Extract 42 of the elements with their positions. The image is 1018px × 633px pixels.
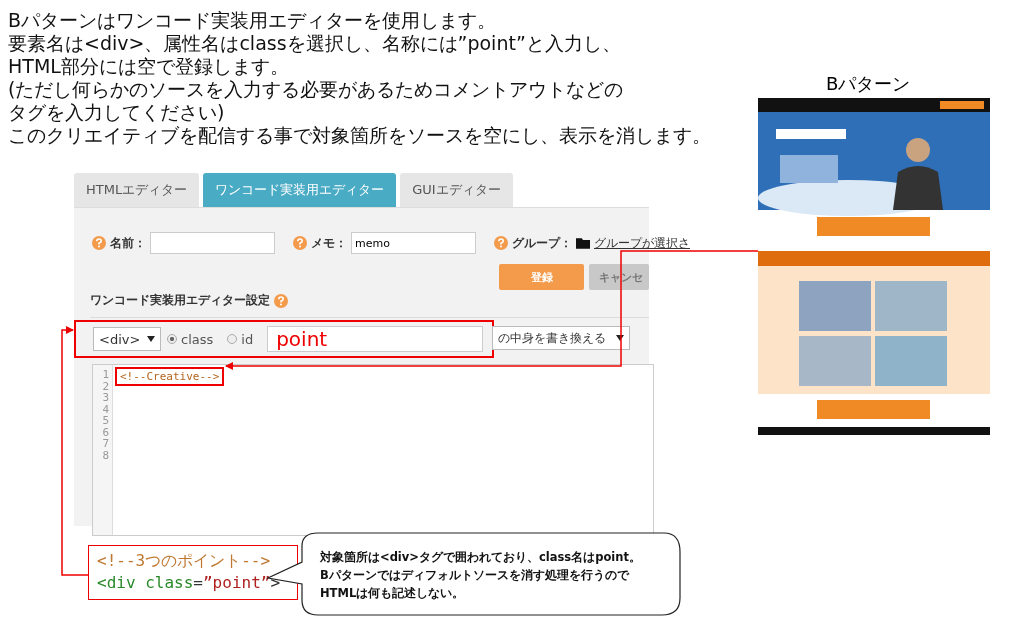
radio-label[interactable]: id xyxy=(241,331,254,347)
text-field[interactable]: memo xyxy=(351,232,476,254)
editor-tab[interactable]: HTMLエディター xyxy=(74,173,200,207)
radio-button[interactable] xyxy=(227,334,238,344)
instruction-text: タグを入力してください) xyxy=(8,101,225,124)
field-label: メモ： xyxy=(311,234,347,252)
instruction-text: HTML部分には空で登録します。 xyxy=(8,55,289,78)
radio-button[interactable] xyxy=(167,334,177,344)
callout-text: 対象箇所は<div>タグで囲われており、class名はpoint。 Bパターンではディフォルトソースを消す処理を行うので HTMLは何も記述しない。 xyxy=(320,549,641,602)
field-label: 名前： xyxy=(110,234,146,252)
line-number: 5 xyxy=(102,415,109,427)
action-select[interactable]: の中身を書き換える xyxy=(492,326,630,350)
editor-tab[interactable]: GUIエディター xyxy=(400,173,513,207)
field-label: グループ： xyxy=(512,234,572,252)
instruction-text: Bパターンはワンコード実装用エディターを使用します。 xyxy=(8,9,497,32)
instruction-text: このクリエイティブを配信する事で対象箇所をソースを空にし、表示を消します。 xyxy=(8,124,711,147)
line-number: 6 xyxy=(102,426,109,438)
text-field[interactable] xyxy=(150,232,275,254)
select-value: の中身を書き換える xyxy=(498,329,606,347)
help-icon xyxy=(293,236,307,250)
caret-icon xyxy=(147,336,155,342)
radio-label[interactable]: class xyxy=(181,331,214,347)
preview-title: Bパターン xyxy=(826,72,911,96)
line-number: 8 xyxy=(102,449,109,461)
line-number: 2 xyxy=(102,380,109,392)
section-title: ワンコード実装用エディター設定 xyxy=(90,292,270,309)
line-number: 1 xyxy=(102,369,109,381)
instruction-text: 要素名は<div>、属性名はclassを選択し、名称には”point”と入力し、 xyxy=(8,32,621,55)
select-value: <div> xyxy=(99,331,141,347)
help-icon xyxy=(274,293,288,308)
element-select[interactable]: <div> xyxy=(93,327,161,351)
help-icon xyxy=(494,236,508,250)
line-number: 4 xyxy=(102,403,109,415)
folder-icon xyxy=(576,236,590,250)
name-field[interactable]: point xyxy=(267,326,484,352)
code-line: <!--3つのポイント--> xyxy=(97,550,272,572)
help-icon xyxy=(92,236,106,250)
line-number: 7 xyxy=(102,438,109,450)
group-link[interactable]: グループが選択さ xyxy=(594,234,690,252)
caret-icon xyxy=(616,335,624,341)
instruction-text: (ただし何らかのソースを入力する必要があるためコメントアウトなどの xyxy=(8,78,624,101)
line-number: 3 xyxy=(102,392,109,404)
